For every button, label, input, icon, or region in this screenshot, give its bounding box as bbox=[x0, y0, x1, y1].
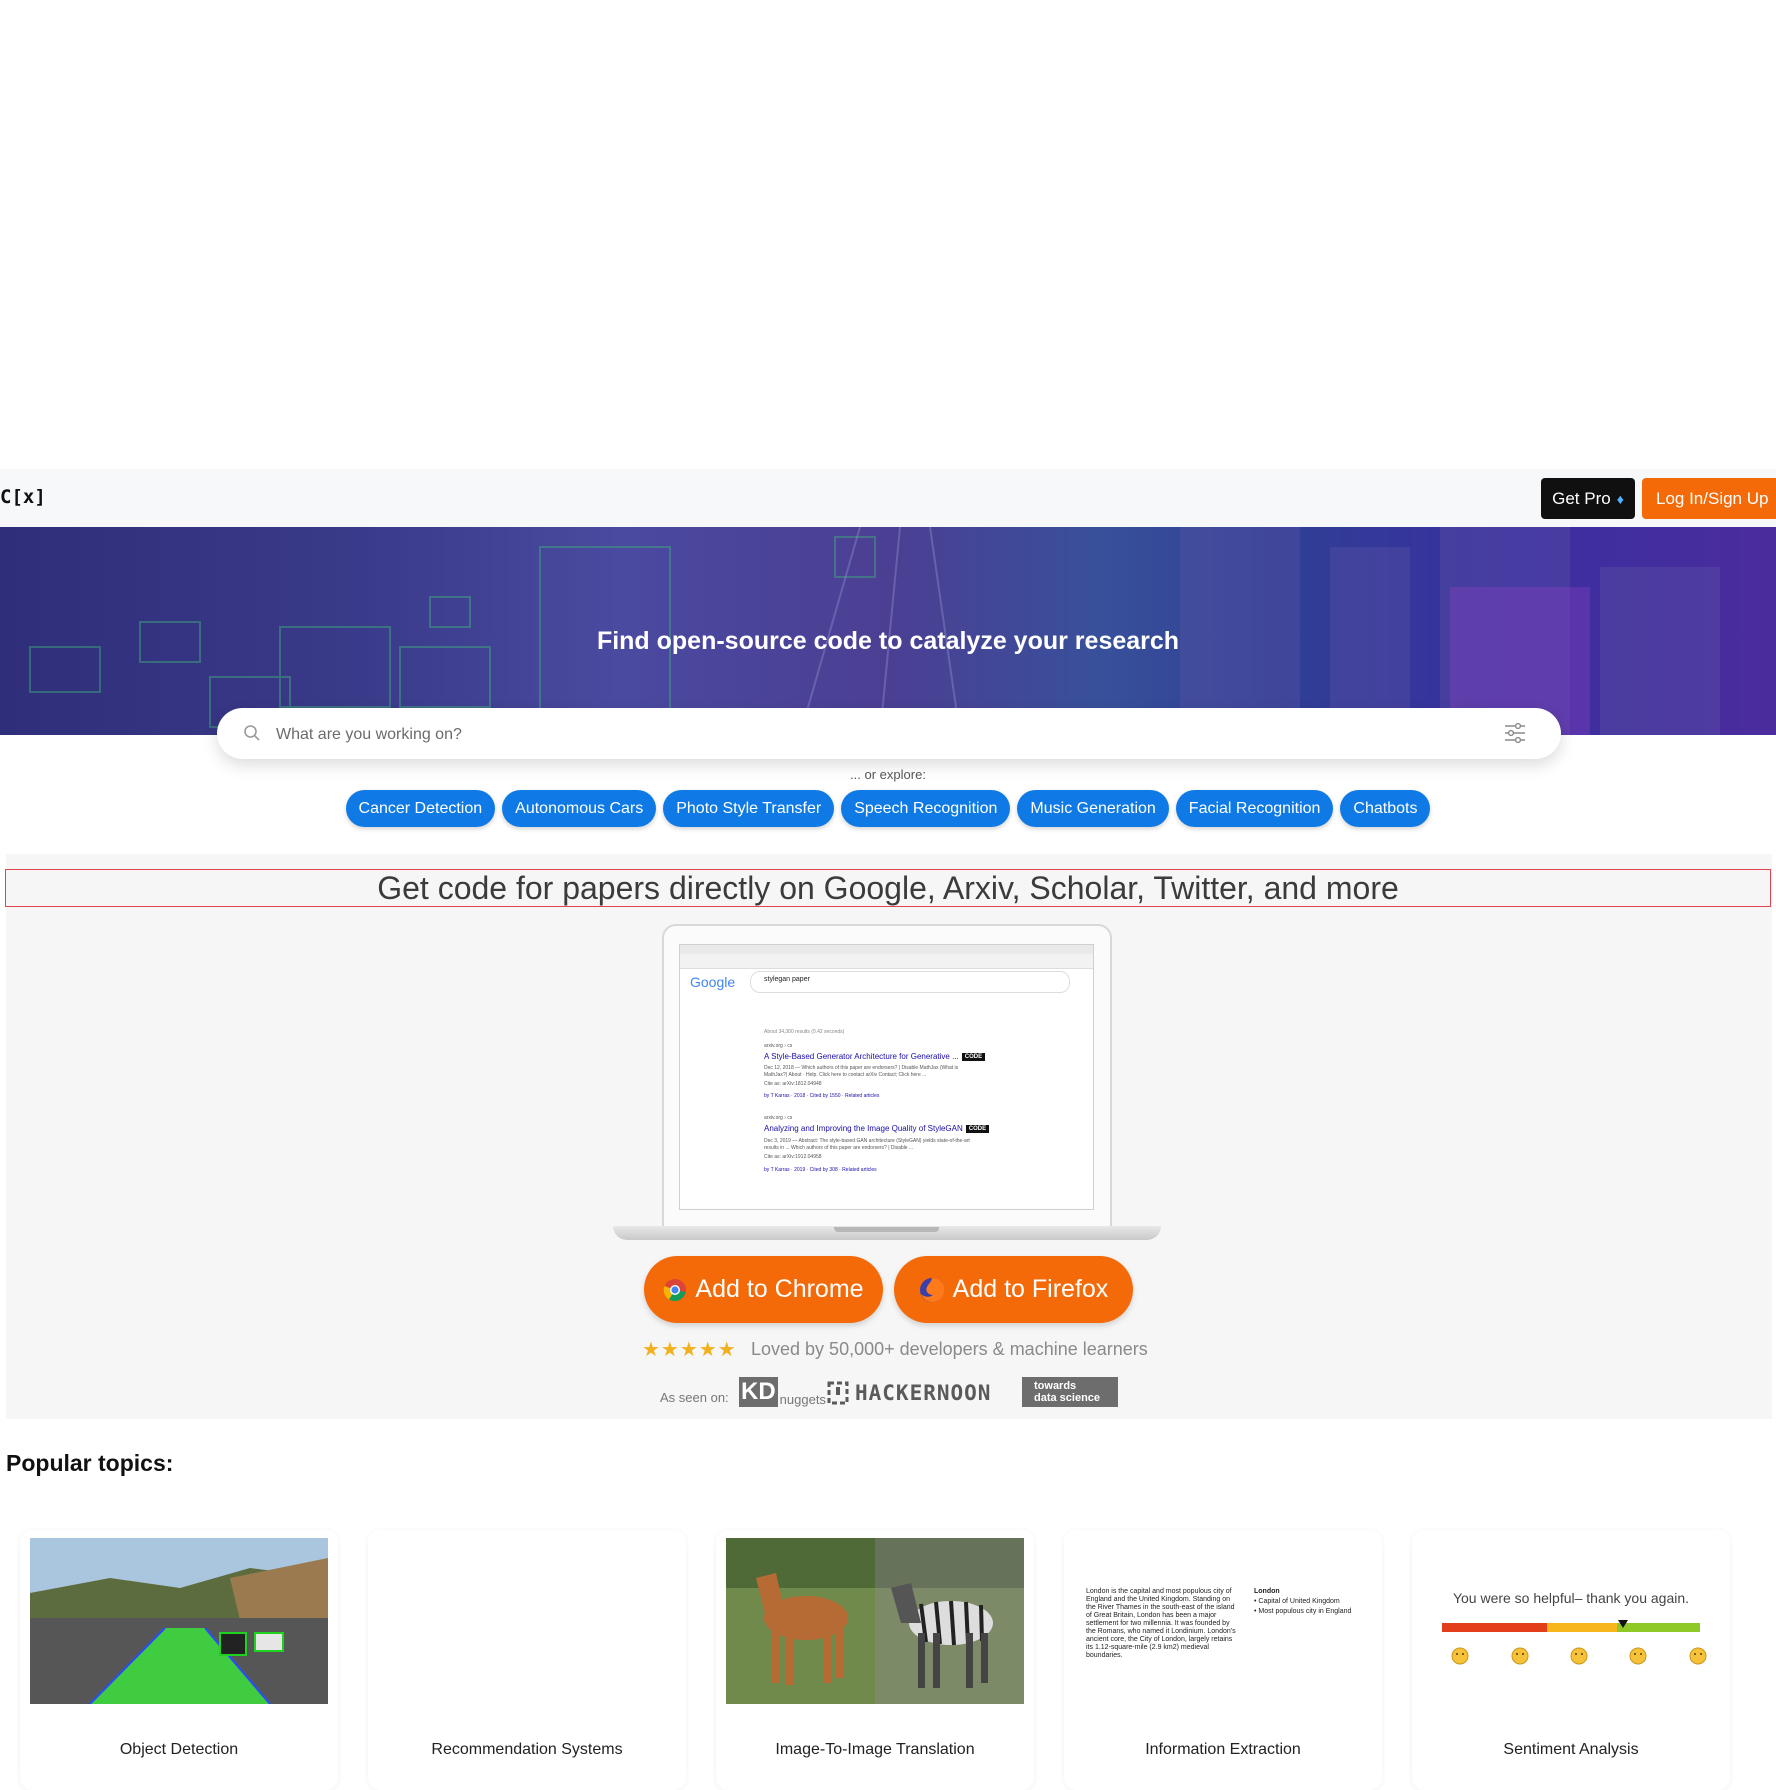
kdnuggets-logo-mark: KD bbox=[739, 1377, 778, 1407]
result1-code-badge: CODE bbox=[961, 1052, 986, 1061]
sentiment-scale-graphic bbox=[1442, 1620, 1707, 1665]
as-seen-on-label: As seen on: bbox=[660, 1390, 729, 1405]
result1-meta: by T Karras · 2018 · Cited by 1550 · Rel… bbox=[764, 1093, 880, 1099]
chip-autonomous-cars[interactable]: Autonomous Cars bbox=[502, 790, 657, 827]
rating-stars: ★★★★★ bbox=[642, 1339, 737, 1361]
topic-label: Sentiment Analysis bbox=[1503, 1741, 1639, 1758]
filter-settings-icon[interactable] bbox=[1503, 721, 1527, 745]
info-extraction-entity: London bbox=[1254, 1588, 1280, 1595]
result1-snippet1: Dec 12, 2018 — Which authors of this pap… bbox=[764, 1065, 959, 1071]
result2-title-text: Analyzing and Improving the Image Qualit… bbox=[764, 1124, 963, 1133]
chip-music-generation[interactable]: Music Generation bbox=[1017, 790, 1169, 827]
login-signup-button[interactable]: Log In/Sign Up ➤ bbox=[1642, 478, 1776, 519]
result2-meta: by T Karras · 2019 · Cited by 308 · Rela… bbox=[764, 1167, 877, 1173]
tds-line2: data science bbox=[1034, 1392, 1101, 1404]
image-to-image-image bbox=[726, 1538, 1024, 1704]
result2-source: arxiv.org › cs bbox=[764, 1115, 793, 1121]
result1-cite: Cite as: arXiv:1812.04948 bbox=[764, 1081, 822, 1087]
result1-title-text: A Style-Based Generator Architecture for… bbox=[764, 1052, 959, 1061]
chip-photo-style-transfer[interactable]: Photo Style Transfer bbox=[663, 790, 835, 827]
sentiment-analysis-image: You were so helpful– thank you again. bbox=[1422, 1538, 1720, 1704]
add-to-firefox-label: Add to Firefox bbox=[952, 1275, 1109, 1303]
chip-facial-recognition[interactable]: Facial Recognition bbox=[1175, 790, 1334, 827]
laptop-screen-preview: Google stylegan paper About 34,300 resul… bbox=[679, 944, 1094, 1210]
hackernoon-icon bbox=[827, 1381, 849, 1405]
chip-cancer-detection[interactable]: Cancer Detection bbox=[345, 790, 496, 827]
add-to-chrome-label: Add to Chrome bbox=[695, 1275, 864, 1303]
result2-snippet1: Dec 3, 2019 — Abstract: The style-based … bbox=[764, 1138, 970, 1144]
results-count: About 34,300 results (0.42 seconds) bbox=[764, 1029, 845, 1035]
info-extraction-fact2: • Most populous city in England bbox=[1254, 1608, 1352, 1615]
chip-speech-recognition[interactable]: Speech Recognition bbox=[841, 790, 1011, 827]
topic-label: Information Extraction bbox=[1145, 1741, 1301, 1758]
result1-snippet2: MathJax?) About · Help. Click here to co… bbox=[764, 1072, 927, 1078]
result1-source: arxiv.org › cs bbox=[764, 1043, 793, 1049]
result1-title: A Style-Based Generator Architecture for… bbox=[764, 1052, 986, 1061]
add-to-chrome-button[interactable]: Add to Chrome bbox=[644, 1256, 883, 1323]
horse-zebra-graphic bbox=[726, 1538, 1024, 1704]
google-logo: Google bbox=[690, 974, 736, 990]
recommendation-systems-image bbox=[378, 1538, 676, 1704]
browser-menubar bbox=[680, 945, 1093, 954]
topic-label: Recommendation Systems bbox=[431, 1741, 623, 1758]
get-pro-button[interactable]: Get Pro ♦ bbox=[1541, 478, 1635, 519]
road-scene-graphic bbox=[30, 1538, 328, 1704]
topic-card-recommendation-systems[interactable]: Recommendation Systems bbox=[368, 1530, 686, 1790]
topic-card-image-to-image-translation[interactable]: Image-To-Image Translation bbox=[716, 1530, 1034, 1790]
popular-topics-heading: Popular topics: bbox=[6, 1450, 174, 1476]
site-logo[interactable]: C[x] bbox=[0, 486, 46, 508]
object-detection-image bbox=[30, 1538, 328, 1704]
topic-label: Image-To-Image Translation bbox=[775, 1741, 975, 1758]
kdnuggets-logo-text: nuggets bbox=[779, 1392, 826, 1407]
explore-chips: Cancer Detection Autonomous Cars Photo S… bbox=[0, 790, 1776, 827]
diamond-icon: ♦ bbox=[1616, 490, 1624, 507]
login-signup-label: Log In/Sign Up bbox=[1656, 488, 1769, 508]
topic-card-information-extraction[interactable]: London is the capital and most populous … bbox=[1064, 1530, 1382, 1790]
sentiment-quote: You were so helpful– thank you again. bbox=[1452, 1590, 1690, 1606]
search-input[interactable] bbox=[274, 716, 1478, 754]
result2-title: Analyzing and Improving the Image Qualit… bbox=[764, 1124, 990, 1133]
explore-label: ... or explore: bbox=[850, 767, 926, 782]
towards-data-science-logo[interactable]: towards data science bbox=[1022, 1377, 1118, 1407]
topic-card-object-detection[interactable]: Object Detection bbox=[20, 1530, 338, 1790]
chip-chatbots[interactable]: Chatbots bbox=[1340, 790, 1431, 827]
extension-headline: Get code for papers directly on Google, … bbox=[5, 869, 1771, 907]
result2-code-badge: CODE bbox=[965, 1124, 990, 1133]
google-query: stylegan paper bbox=[764, 976, 810, 983]
topic-label: Object Detection bbox=[119, 1741, 239, 1758]
hackernoon-logo[interactable]: HACKERNOON bbox=[827, 1378, 991, 1408]
hackernoon-logo-text: HACKERNOON bbox=[855, 1381, 992, 1405]
info-extraction-passage: London is the capital and most populous … bbox=[1086, 1588, 1236, 1659]
search-icon bbox=[244, 725, 260, 741]
chrome-icon bbox=[664, 1278, 687, 1301]
hero-title: Find open-source code to catalyze your r… bbox=[596, 627, 1180, 655]
result2-cite: Cite as: arXiv:1912.04958 bbox=[764, 1154, 822, 1160]
add-to-firefox-button[interactable]: Add to Firefox bbox=[894, 1256, 1133, 1323]
result2-snippet2: results in ... Which authors of this pap… bbox=[764, 1145, 914, 1151]
info-extraction-fact1: • Capital of United Kingdom bbox=[1254, 1598, 1340, 1605]
get-pro-label: Get Pro bbox=[1552, 488, 1611, 508]
firefox-icon bbox=[919, 1277, 944, 1302]
topic-card-sentiment-analysis[interactable]: You were so helpful– thank you again. Se… bbox=[1412, 1530, 1730, 1790]
information-extraction-image: London is the capital and most populous … bbox=[1074, 1538, 1372, 1704]
browser-toolbar bbox=[680, 954, 1093, 969]
laptop-notch bbox=[834, 1227, 939, 1232]
top-navbar bbox=[0, 469, 1776, 527]
kdnuggets-logo[interactable]: KD nuggets bbox=[739, 1377, 826, 1407]
tds-line1: towards bbox=[1034, 1380, 1077, 1392]
loved-by-text: Loved by 50,000+ developers & machine le… bbox=[751, 1339, 1148, 1359]
